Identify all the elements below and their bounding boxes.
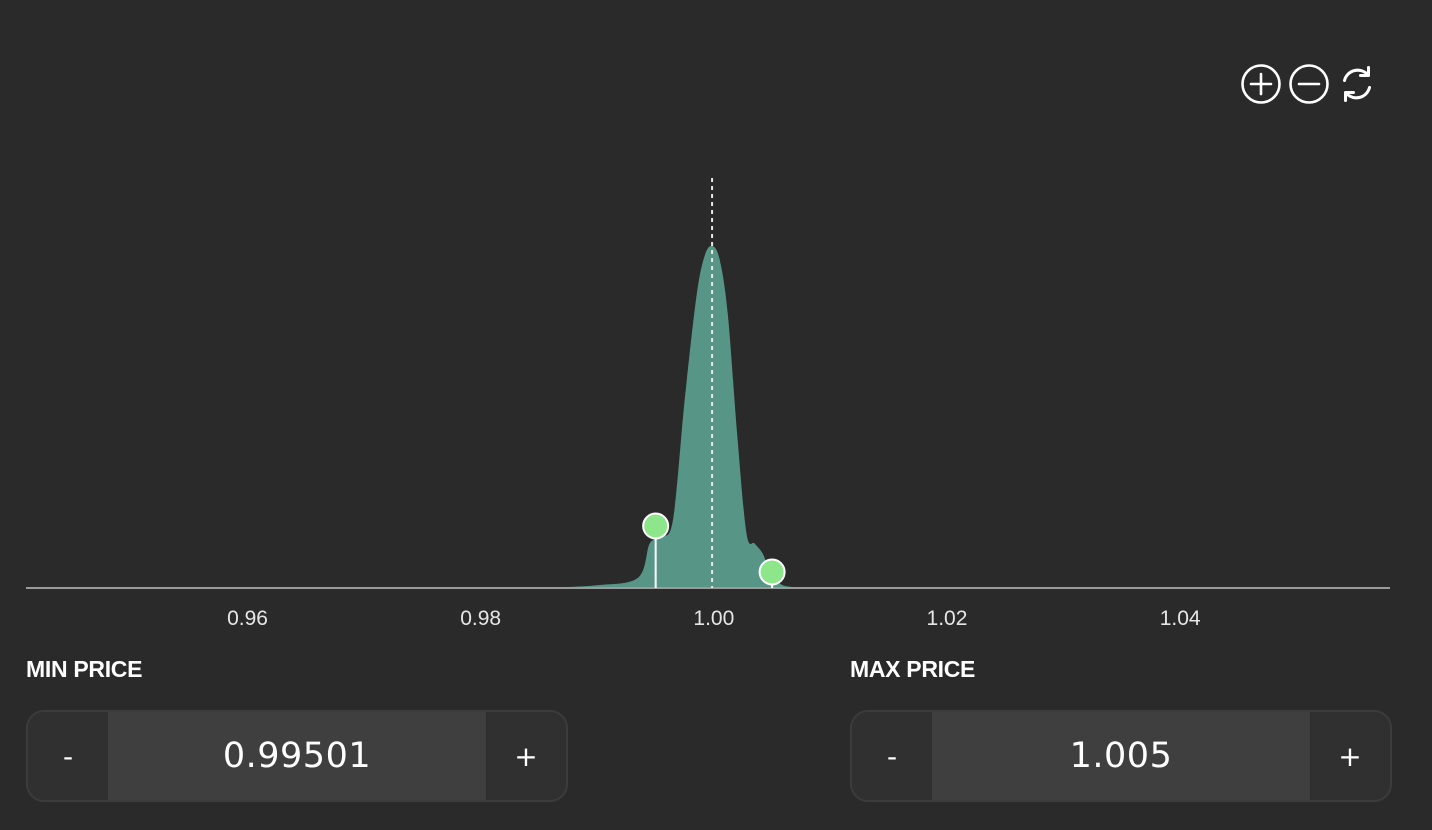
x-tick-label: 0.96 [227,607,268,630]
liquidity-area [538,245,831,588]
min-price-input[interactable]: 0.99501 [108,712,486,800]
x-tick-label: 1.04 [1160,607,1201,630]
liquidity-chart[interactable]: 0.96 0.98 1.00 1.02 1.04 [0,0,1432,640]
max-price-increment-button[interactable]: + [1310,712,1390,800]
max-price-label: MAX PRICE [850,656,976,682]
min-price-stepper: - 0.99501 + [26,710,568,802]
max-price-input[interactable]: 1.005 [932,712,1310,800]
min-price-handle [642,512,670,540]
price-range-selector: 0.96 0.98 1.00 1.02 1.04 MIN PRICE - 0.99501… [0,0,1432,830]
min-price-decrement-button[interactable]: - [28,712,108,800]
max-price-decrement-button[interactable]: - [852,712,932,800]
liquidity-chart-svg: 0.96 0.98 1.00 1.02 1.04 [26,178,1390,630]
min-price-increment-button[interactable]: + [486,712,566,800]
x-tick-label: 1.02 [927,607,968,630]
x-tick-label: 0.98 [460,607,501,630]
min-price-label: MIN PRICE [26,656,143,682]
max-price-stepper: - 1.005 + [850,710,1392,802]
max-price-handle [758,558,786,586]
x-tick-label: 1.00 [693,607,734,630]
